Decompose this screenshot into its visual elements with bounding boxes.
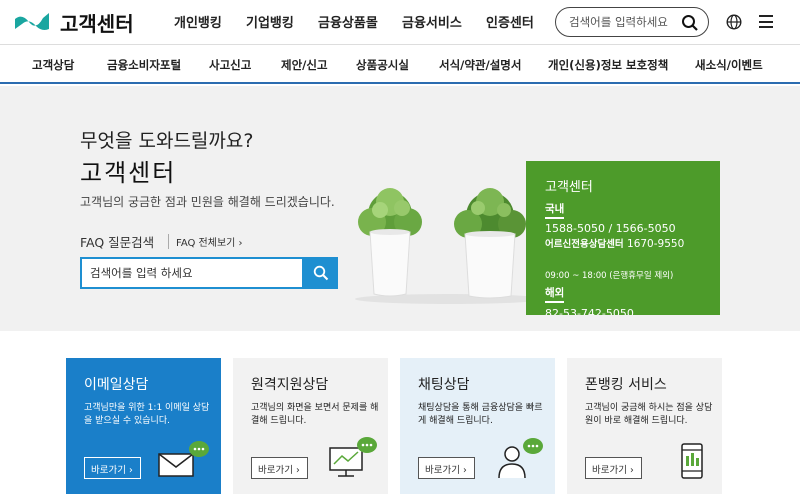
phone-icon: [681, 443, 703, 479]
gnb-personal[interactable]: 개인뱅킹: [174, 12, 246, 31]
email-chat-icon: [158, 441, 209, 477]
faq-search-button[interactable]: [304, 257, 338, 289]
subnav-accident-report[interactable]: 사고신고: [209, 57, 251, 73]
gnb-financial-service[interactable]: 금융서비스: [402, 12, 486, 31]
gnb-certificate-center[interactable]: 인증센터: [486, 12, 558, 31]
remote-support-card[interactable]: 원격지원상담 고객님의 화면을 보면서 문제를 해결해 드립니다. 바로가기 ›: [233, 358, 388, 494]
email-consult-card[interactable]: 이메일상담 고객님만을 위한 1:1 이메일 상담을 받으실 수 있습니다. 바…: [66, 358, 221, 494]
card-description: 채팅상담을 통해 금융상담을 빠르게 해결해 드립니다.: [418, 403, 543, 426]
contact-center-box: 고객센터 국내 1588-5050 / 1566-5050 어르신전용상담센터 …: [526, 161, 720, 315]
sub-nav: 고객상담 금융소비자포털 사고신고 제안/신고 상품공시실 서식/약관/설명서 …: [0, 44, 800, 84]
card-description: 고객님의 화면을 보면서 문제를 해결해 드립니다.: [251, 403, 379, 426]
monitor-chat-icon: [329, 437, 377, 477]
global-nav: 개인뱅킹 기업뱅킹 금융상품몰 금융서비스 인증센터: [174, 12, 558, 31]
gnb-product-mall[interactable]: 금융상품몰: [318, 12, 402, 31]
contact-title: 고객센터: [545, 180, 593, 195]
search-icon: [313, 265, 329, 281]
card-title: 폰뱅킹 서비스: [585, 377, 667, 393]
faq-label: FAQ 질문검색: [80, 235, 155, 250]
top-header: 고객센터 개인뱅킹 기업뱅킹 금융상품몰 금융서비스 인증센터: [0, 0, 800, 44]
chat-consult-card[interactable]: 채팅상담 채팅상담을 통해 금융상담을 빠르게 해결해 드립니다. 바로가기 ›: [400, 358, 555, 494]
international-label: 해외: [545, 285, 565, 303]
domestic-numbers: 1588-5050 / 1566-5050: [545, 222, 676, 235]
subnav-privacy[interactable]: 개인(신용)정보 보호정책: [548, 57, 668, 73]
header-search-input[interactable]: [569, 13, 679, 31]
hero-description: 고객님의 궁금한 점과 민원을 해결해 드리겠습니다.: [80, 195, 335, 209]
subnav-forms[interactable]: 서식/약관/설명서: [439, 57, 521, 73]
subnav-product-disclosure[interactable]: 상품공시실: [356, 57, 409, 73]
page-title: 고객센터: [80, 159, 177, 187]
globe-icon[interactable]: [726, 14, 742, 30]
senior-label: 어르신전용상담센터: [545, 239, 624, 250]
senior-number: 1670-9550: [627, 238, 685, 250]
header-search: [555, 7, 709, 37]
domestic-label: 국내: [545, 201, 565, 219]
subnav-news[interactable]: 새소식/이벤트: [695, 57, 763, 73]
subnav-proposal[interactable]: 제안/신고: [281, 57, 328, 73]
business-hours: 09:00 ~ 18:00 (은행휴무일 제외): [545, 271, 674, 281]
subnav-consult[interactable]: 고객상담: [32, 57, 74, 73]
card-title: 채팅상담: [418, 377, 470, 393]
hero-question: 무엇을 도와드릴까요?: [80, 130, 254, 152]
site-title[interactable]: 고객센터: [60, 8, 134, 37]
plants-illustration: [355, 188, 545, 304]
person-chat-icon: [498, 438, 543, 479]
subnav-consumer-portal[interactable]: 금융소비자포털: [107, 57, 181, 73]
menu-icon[interactable]: [759, 15, 773, 28]
international-number: 82-53-742-5050: [545, 307, 634, 315]
phone-banking-card[interactable]: 폰뱅킹 서비스 고객님이 궁금해 하시는 점을 상담원이 바로 해결해 드립니다…: [567, 358, 722, 494]
logo-icon[interactable]: [14, 10, 50, 32]
search-icon[interactable]: [681, 14, 699, 32]
card-title: 이메일상담: [84, 377, 149, 393]
go-button[interactable]: 바로가기 ›: [585, 457, 642, 479]
go-button[interactable]: 바로가기 ›: [251, 457, 308, 479]
card-title: 원격지원상담: [251, 377, 329, 393]
faq-all-link[interactable]: FAQ 전체보기 ›: [168, 234, 243, 249]
senior-center: 어르신전용상담센터 1670-9550: [545, 237, 715, 252]
go-button[interactable]: 바로가기 ›: [418, 457, 475, 479]
hero-section: 무엇을 도와드릴까요? 고객센터 고객님의 궁금한 점과 민원을 해결해 드리겠…: [0, 86, 800, 331]
faq-search-input[interactable]: [90, 264, 290, 282]
card-description: 고객님만을 위한 1:1 이메일 상담을 받으실 수 있습니다.: [84, 403, 210, 426]
go-button[interactable]: 바로가기 ›: [84, 457, 141, 479]
card-description: 고객님이 궁금해 하시는 점을 상담원이 바로 해결해 드립니다.: [585, 403, 713, 426]
faq-search: [80, 257, 304, 289]
gnb-corporate[interactable]: 기업뱅킹: [246, 12, 318, 31]
